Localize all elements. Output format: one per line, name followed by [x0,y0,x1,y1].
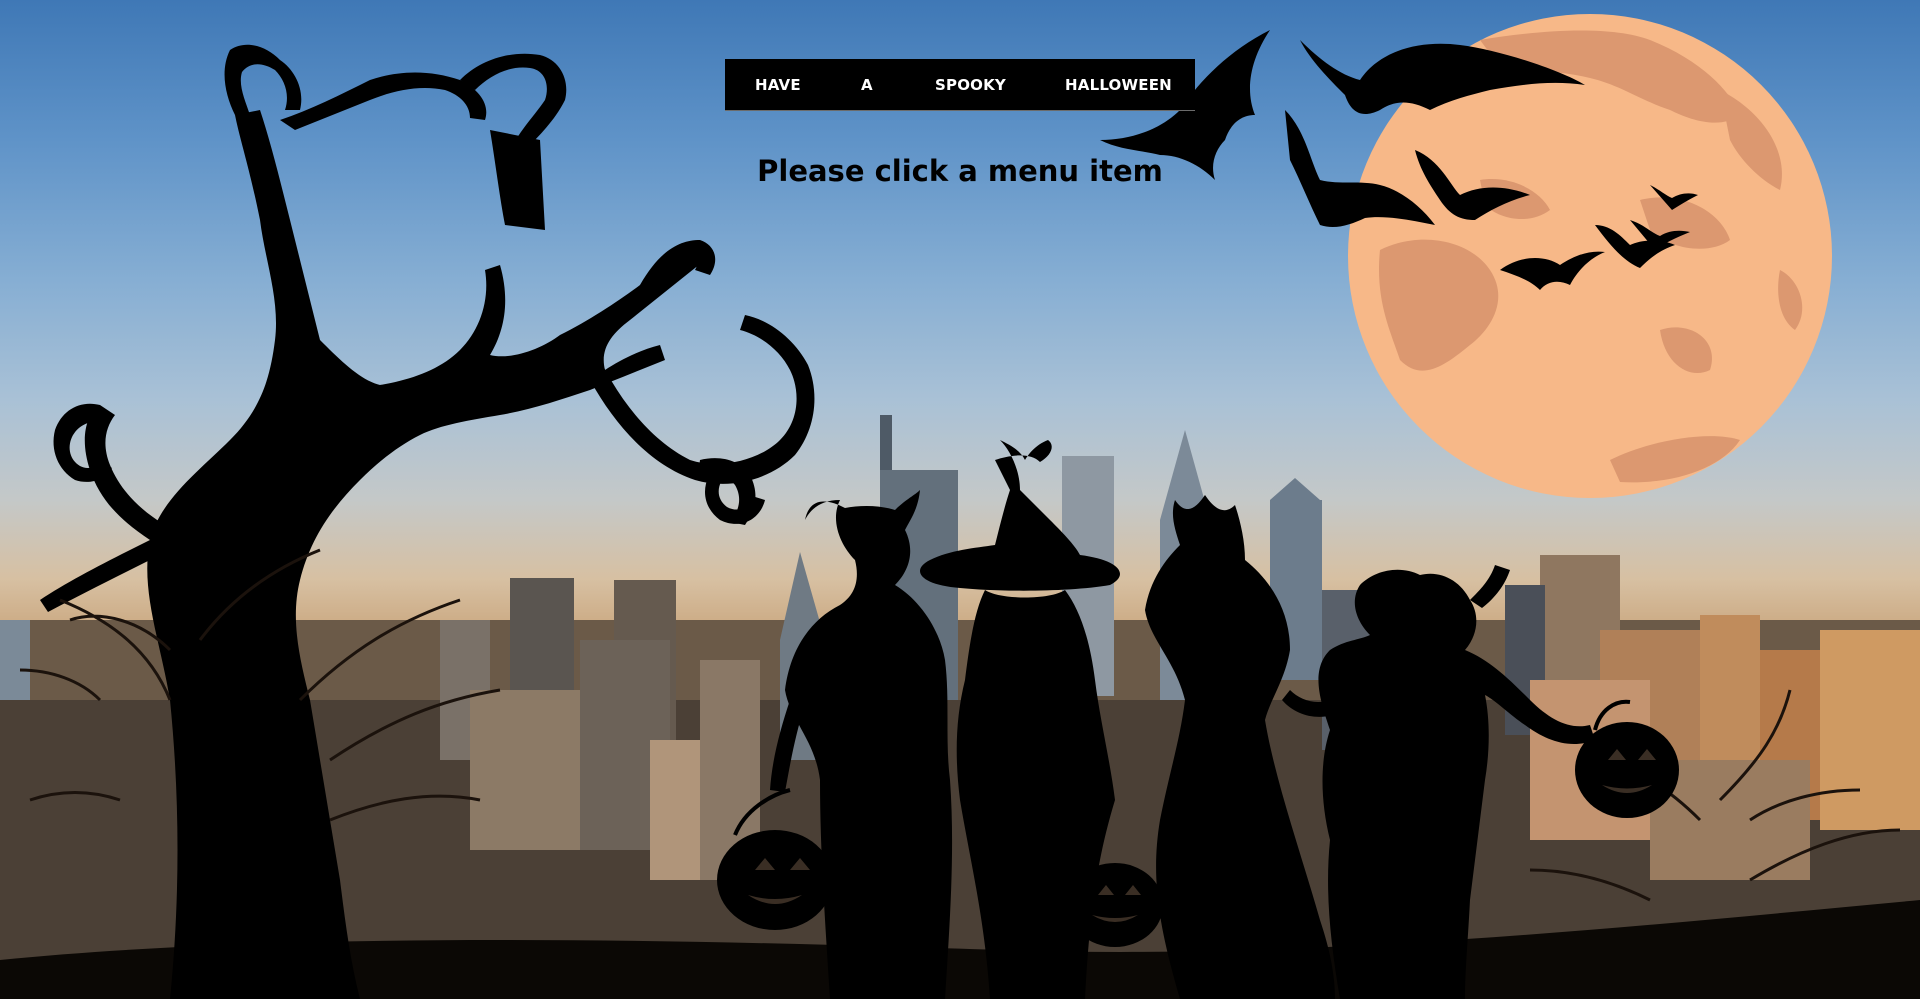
menu-item-halloween[interactable]: HALLOWEEN [1065,59,1172,111]
halloween-scene-illustration [0,14,1920,999]
instruction-message: Please click a menu item [757,154,1163,188]
main-menu: HAVE A SPOOKY HALLOWEEN [725,59,1195,111]
menu-item-have[interactable]: HAVE [755,59,801,111]
menu-item-spooky[interactable]: SPOOKY [935,59,1006,111]
halloween-page: HAVE A SPOOKY HALLOWEEN Please click a m… [0,0,1920,999]
jack-o-lantern-bucket [1067,863,1163,947]
menu-item-a[interactable]: A [861,59,873,111]
